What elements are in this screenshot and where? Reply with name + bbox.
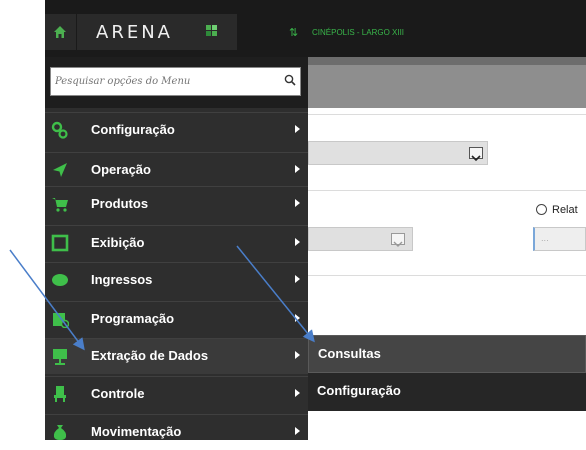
submenu-item-label: Consultas <box>318 346 381 361</box>
swap-cinema-icon[interactable]: ⇅ <box>289 26 298 39</box>
schedule-icon <box>53 313 69 328</box>
menu-item-extracao-de-dados[interactable]: Extração de Dados <box>45 338 308 374</box>
chevron-right-icon <box>295 238 300 246</box>
menu-item-exibicao[interactable]: Exibição <box>45 225 308 261</box>
ticket-icon <box>52 274 68 286</box>
chevron-right-icon <box>295 199 300 207</box>
menu-item-label: Exibição <box>91 235 145 250</box>
submenu-item-configuracao[interactable]: Configuração <box>308 373 586 411</box>
report-radio[interactable] <box>536 204 547 215</box>
menu-item-label: Programação <box>91 311 175 326</box>
menu-item-operacao[interactable]: Operação <box>45 152 308 188</box>
secondary-select[interactable] <box>308 227 413 251</box>
menu-item-label: Movimentação <box>91 424 182 439</box>
gears-icon <box>51 121 68 139</box>
menu-item-label: Produtos <box>91 196 149 211</box>
cinema-name[interactable]: CINÉPOLIS - LARGO XIII <box>312 28 404 37</box>
chevron-right-icon <box>295 165 300 173</box>
submenu-extracao-de-dados: Consultas Configuração <box>308 335 586 411</box>
submenu-item-consultas[interactable]: Consultas <box>308 335 586 373</box>
send-arrow-icon <box>53 163 67 177</box>
report-radio-label: Relat <box>552 204 578 216</box>
submenu-item-label: Configuração <box>317 383 401 398</box>
menu-item-label: Ingressos <box>91 272 153 287</box>
cart-icon <box>52 198 68 212</box>
menu-item-ingressos[interactable]: Ingressos <box>45 262 308 298</box>
chevron-right-icon <box>295 389 300 397</box>
divider <box>308 114 586 115</box>
chevron-right-icon <box>295 427 300 435</box>
date-input[interactable]: ... <box>533 227 586 251</box>
menu-search-box[interactable] <box>50 67 301 96</box>
divider <box>308 190 586 191</box>
menu-item-label: Controle <box>91 386 145 401</box>
content-header-strip <box>308 57 586 65</box>
logo-mark-icon <box>206 25 218 37</box>
chevron-right-icon <box>295 351 300 359</box>
chevron-down-icon[interactable] <box>391 233 405 247</box>
filter-select[interactable] <box>308 141 488 165</box>
chair-icon <box>54 386 66 402</box>
screen-icon <box>51 234 69 252</box>
menu-item-produtos[interactable]: Produtos <box>45 186 308 222</box>
menu-item-programacao[interactable]: Programação <box>45 301 308 337</box>
side-menu: Configuração Operação Produtos Exibição … <box>45 108 308 440</box>
left-margin <box>0 0 45 440</box>
menu-item-label: Extração de Dados <box>91 348 209 363</box>
app-logo: ARENA <box>96 22 173 43</box>
chevron-down-icon[interactable] <box>469 147 483 162</box>
menu-item-label: Configuração <box>91 122 175 137</box>
chevron-right-icon <box>295 125 300 133</box>
divider <box>308 275 586 276</box>
money-bag-icon <box>53 425 67 440</box>
chevron-right-icon <box>295 314 300 322</box>
menu-item-movimentacao[interactable]: Movimentação <box>45 414 308 450</box>
menu-item-controle[interactable]: Controle <box>45 376 308 412</box>
menu-item-configuracao[interactable]: Configuração <box>45 112 308 148</box>
presentation-icon <box>53 349 67 365</box>
menu-item-label: Operação <box>91 162 151 177</box>
menu-search-input[interactable] <box>55 73 275 90</box>
home-icon[interactable] <box>53 25 67 39</box>
search-icon[interactable] <box>284 74 296 86</box>
chevron-right-icon <box>295 275 300 283</box>
